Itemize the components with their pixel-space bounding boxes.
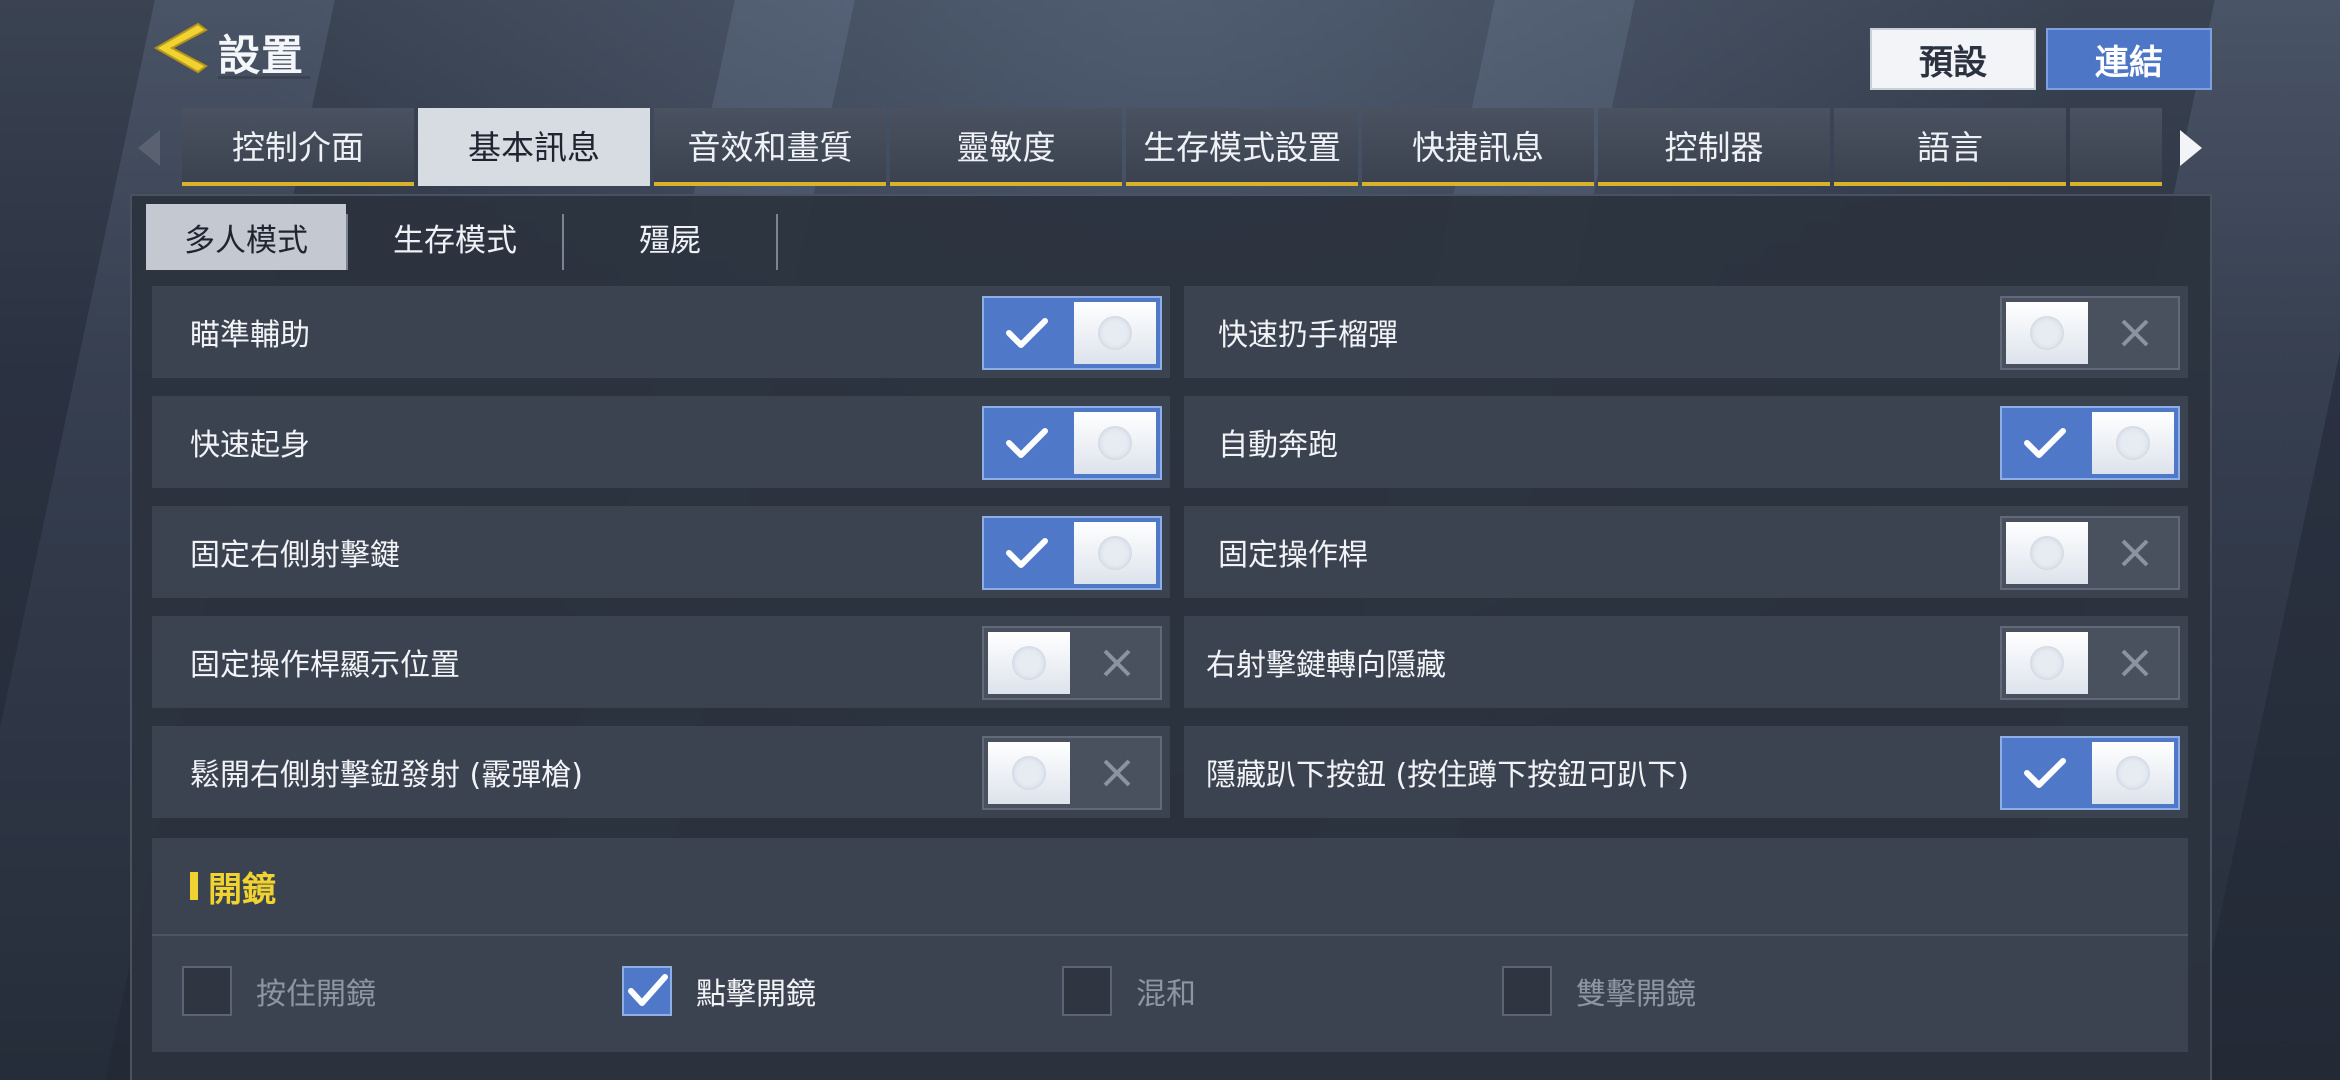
scope-option-label: 按住開鏡 xyxy=(256,977,376,1012)
tab-survival-settings[interactable]: 生存模式設置 xyxy=(1126,108,1358,186)
check-icon xyxy=(2002,408,2088,478)
default-button[interactable]: 預設 xyxy=(1870,28,2036,90)
section-marker xyxy=(190,872,198,900)
toggle-knob xyxy=(1073,522,1156,584)
setting-label: 鬆開右側射擊鈕發射 (霰彈槍) xyxy=(190,758,583,793)
tab-scroll-right-button[interactable] xyxy=(2174,128,2208,168)
tab-quick-messages[interactable]: 快捷訊息 xyxy=(1362,108,1594,186)
setting-label: 快速扔手榴彈 xyxy=(1218,318,1398,353)
setting-label: 固定操作桿 xyxy=(1218,538,1368,573)
toggle-knob xyxy=(2006,632,2089,694)
toggle-knob xyxy=(1073,302,1156,364)
cross-icon xyxy=(1074,738,1160,808)
check-icon xyxy=(984,298,1070,368)
scope-option-label: 點擊開鏡 xyxy=(696,977,816,1012)
scope-section-title: 開鏡 xyxy=(208,870,276,910)
setting-row-quick-rise: 快速起身 xyxy=(152,396,1170,488)
setting-label: 固定操作桿顯示位置 xyxy=(190,648,460,683)
setting-row-aim-assist: 瞄準輔助 xyxy=(152,286,1170,378)
quick-rise-toggle[interactable] xyxy=(982,406,1162,480)
mode-subtabs: 多人模式 生存模式 殭屍 xyxy=(146,204,778,270)
tab-language[interactable]: 語言 xyxy=(1834,108,2066,186)
tab-controls[interactable]: 控制介面 xyxy=(182,108,414,186)
main-tabs: 控制介面 基本訊息 音效和畫質 靈敏度 生存模式設置 快捷訊息 控制器 語言 其 xyxy=(182,108,2162,186)
scope-section: 開鏡 按住開鏡 點擊開鏡 混和 雙擊開鏡 xyxy=(152,838,2188,1052)
quick-grenade-toggle[interactable] xyxy=(2000,296,2180,370)
back-button[interactable] xyxy=(148,16,212,80)
setting-row-hide-prone-button: 隱藏趴下按鈕 (按住蹲下按鈕可趴下) xyxy=(1184,726,2188,818)
scope-option-hold[interactable]: 按住開鏡 xyxy=(182,964,376,1018)
scope-option-tap[interactable]: 點擊開鏡 xyxy=(622,964,816,1018)
chevron-right-icon xyxy=(2180,130,2202,166)
setting-row-release-fire-shotgun: 鬆開右側射擊鈕發射 (霰彈槍) xyxy=(152,726,1170,818)
subtab-divider xyxy=(776,214,778,270)
setting-label: 隱藏趴下按鈕 (按住蹲下按鈕可趴下) xyxy=(1206,758,1689,793)
checkbox[interactable] xyxy=(1502,966,1552,1016)
fixed-joystick-toggle[interactable] xyxy=(2000,516,2180,590)
toggle-knob xyxy=(2006,522,2089,584)
aim-assist-toggle[interactable] xyxy=(982,296,1162,370)
toggle-knob xyxy=(988,742,1071,804)
toggle-knob xyxy=(2091,412,2174,474)
tab-audio-graphics[interactable]: 音效和畫質 xyxy=(654,108,886,186)
cross-icon xyxy=(1074,628,1160,698)
back-arrow-icon xyxy=(153,22,208,74)
subtab-zombies[interactable]: 殭屍 xyxy=(564,204,776,270)
tab-basic-info[interactable]: 基本訊息 xyxy=(418,108,650,186)
setting-label: 瞄準輔助 xyxy=(190,318,310,353)
setting-label: 自動奔跑 xyxy=(1218,428,1338,463)
release-fire-shotgun-toggle[interactable] xyxy=(982,736,1162,810)
setting-row-fixed-joystick-position: 固定操作桿顯示位置 xyxy=(152,616,1170,708)
fixed-fire-button-toggle[interactable] xyxy=(982,516,1162,590)
check-icon xyxy=(2002,738,2088,808)
scope-option-label: 雙擊開鏡 xyxy=(1576,977,1696,1012)
check-icon xyxy=(984,408,1070,478)
page-title: 設置 xyxy=(218,31,305,80)
checkbox[interactable] xyxy=(182,966,232,1016)
tab-controller[interactable]: 控制器 xyxy=(1598,108,1830,186)
toggle-knob xyxy=(988,632,1071,694)
hide-right-fire-turn-toggle[interactable] xyxy=(2000,626,2180,700)
cross-icon xyxy=(2092,628,2178,698)
title-underline xyxy=(218,76,310,79)
setting-row-auto-sprint: 自動奔跑 xyxy=(1184,396,2188,488)
setting-row-quick-grenade: 快速扔手榴彈 xyxy=(1184,286,2188,378)
toggle-knob xyxy=(2006,302,2089,364)
scope-option-hybrid[interactable]: 混和 xyxy=(1062,964,1196,1018)
setting-label: 快速起身 xyxy=(190,428,310,463)
cross-icon xyxy=(2092,298,2178,368)
check-icon xyxy=(984,518,1070,588)
scope-option-label: 混和 xyxy=(1136,977,1196,1012)
checkbox[interactable] xyxy=(622,966,672,1016)
tab-sensitivity[interactable]: 靈敏度 xyxy=(890,108,1122,186)
setting-label: 右射擊鍵轉向隱藏 xyxy=(1206,648,1446,683)
fixed-joystick-position-toggle[interactable] xyxy=(982,626,1162,700)
tab-other[interactable]: 其 xyxy=(2070,108,2162,186)
auto-sprint-toggle[interactable] xyxy=(2000,406,2180,480)
setting-label: 固定右側射擊鍵 xyxy=(190,538,400,573)
check-icon xyxy=(628,974,668,1006)
toggle-knob xyxy=(1073,412,1156,474)
cross-icon xyxy=(2092,518,2178,588)
hide-prone-button-toggle[interactable] xyxy=(2000,736,2180,810)
tab-scroll-left-button[interactable] xyxy=(132,128,166,168)
link-button[interactable]: 連結 xyxy=(2046,28,2212,90)
chevron-left-icon xyxy=(138,130,160,166)
scope-option-double-tap[interactable]: 雙擊開鏡 xyxy=(1502,964,1696,1018)
section-divider xyxy=(152,934,2188,936)
setting-row-hide-right-fire-turn: 右射擊鍵轉向隱藏 xyxy=(1184,616,2188,708)
subtab-multiplayer[interactable]: 多人模式 xyxy=(146,204,346,270)
checkbox[interactable] xyxy=(1062,966,1112,1016)
setting-row-fixed-fire-button: 固定右側射擊鍵 xyxy=(152,506,1170,598)
subtab-survival[interactable]: 生存模式 xyxy=(348,204,562,270)
toggle-knob xyxy=(2091,742,2174,804)
setting-row-fixed-joystick: 固定操作桿 xyxy=(1184,506,2188,598)
